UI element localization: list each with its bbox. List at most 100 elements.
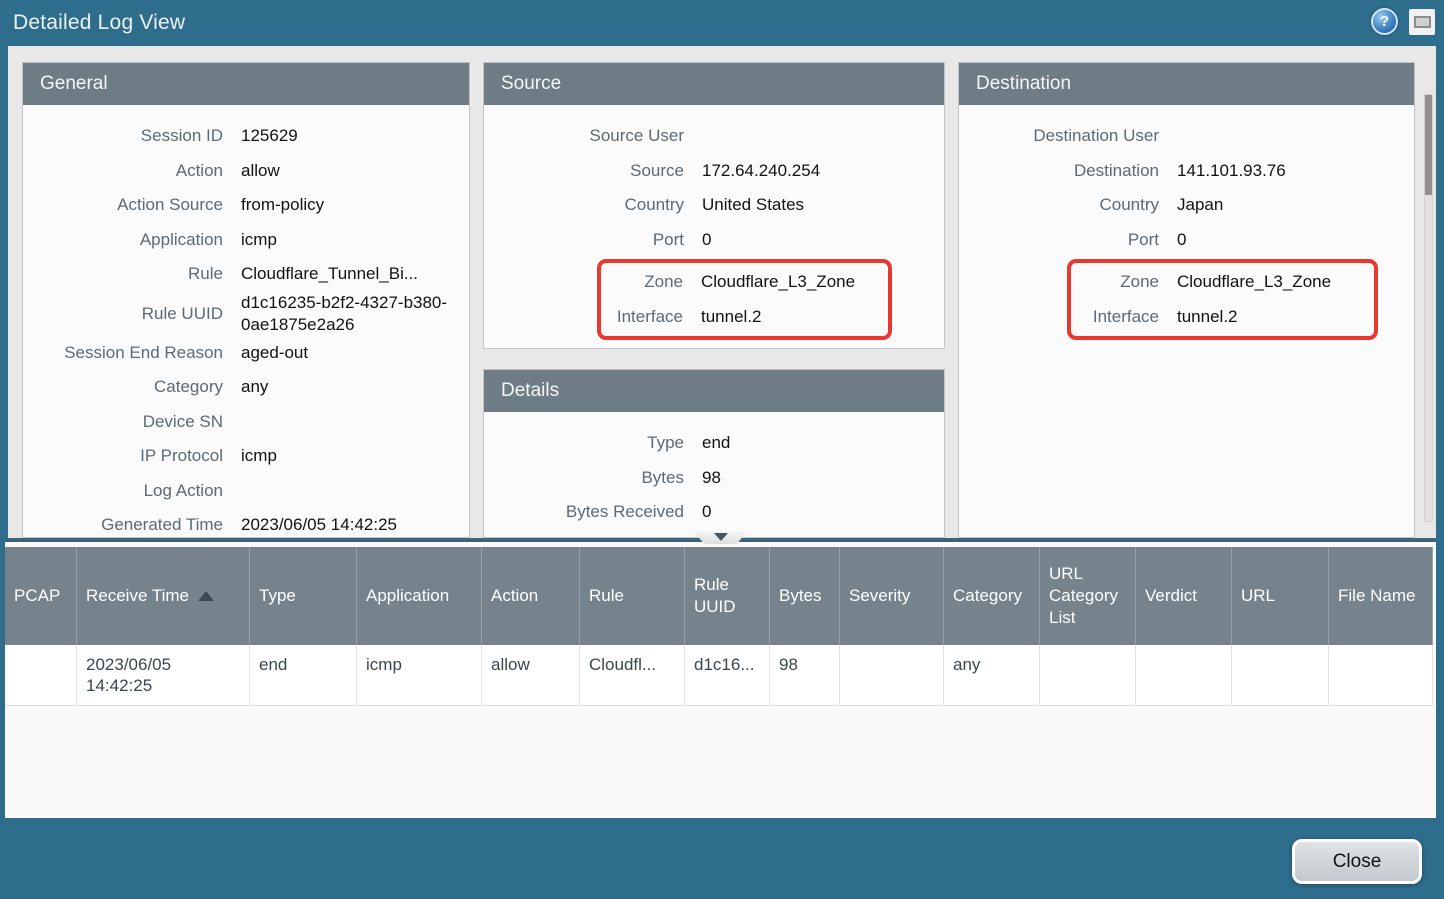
cell-application: icmp [357, 645, 482, 706]
field-value: United States [702, 194, 936, 216]
field-value: 98 [702, 467, 936, 489]
source-zone-highlight-box: ZoneCloudflare_L3_Zone Interface tunnel.2 [597, 259, 892, 340]
destination-panel-body: Destination UserDestination141.101.93.76… [959, 105, 1414, 348]
field-label: Bytes [484, 467, 684, 489]
source-panel-header: Source [484, 63, 944, 105]
column-header-label: Action [491, 585, 538, 607]
field-row: Source User [484, 119, 936, 154]
column-header-severity[interactable]: Severity [840, 547, 944, 645]
field-label: Zone [1071, 271, 1159, 293]
field-value: tunnel.2 [701, 306, 888, 328]
column-header-type[interactable]: Type [250, 547, 357, 645]
cell-type: end [250, 645, 357, 706]
field-value: 0 [702, 501, 936, 523]
column-header-rule-uuid[interactable]: Rule UUID [685, 547, 770, 645]
source-panel: Source Source UserSource172.64.240.254Co… [483, 62, 945, 349]
cell-url [1232, 645, 1329, 706]
general-panel: General Session ID125629 Action allow Actio… [22, 62, 470, 538]
cell-pcap [5, 645, 77, 706]
field-row: ZoneCloudflare_L3_Zone [601, 265, 888, 300]
field-label: Interface [1071, 306, 1159, 328]
detail-pane-scrollbar-thumb[interactable] [1425, 95, 1432, 195]
column-header-category[interactable]: Category [944, 547, 1040, 645]
column-header-url[interactable]: URL [1232, 547, 1329, 645]
field-label: Action Source [23, 194, 223, 216]
field-value: allow [241, 160, 461, 182]
close-button[interactable]: Close [1292, 839, 1422, 884]
general-panel-header: General [23, 63, 469, 105]
field-label: Port [484, 229, 684, 251]
field-value: aged-out [241, 342, 461, 364]
cell-file-name [1329, 645, 1433, 706]
column-header-label: URL [1241, 585, 1275, 607]
column-header-label: PCAP [14, 585, 60, 607]
detail-pane-scrollbar[interactable] [1424, 94, 1433, 522]
field-label: Type [484, 432, 684, 454]
field-value: d1c16235-b2f2-4327-b380-0ae1875e2a26 [241, 292, 461, 336]
field-row: Interface tunnel.2 [601, 300, 888, 335]
column-header-label: URL Category List [1049, 563, 1126, 629]
field-value: 0 [1177, 229, 1406, 251]
field-row: IP Protocolicmp [23, 439, 461, 474]
column-header-label: Severity [849, 585, 910, 607]
field-value: Cloudflare_L3_Zone [701, 271, 888, 293]
field-row: ZoneCloudflare_L3_Zone [1071, 265, 1374, 300]
field-row: Destination141.101.93.76 [959, 154, 1406, 189]
column-header-url-category-list[interactable]: URL Category List [1040, 547, 1136, 645]
field-row: Interface tunnel.2 [1071, 300, 1374, 335]
cell-action: allow [482, 645, 580, 706]
chevron-down-icon [714, 533, 728, 541]
column-header-pcap[interactable]: PCAP [5, 547, 77, 645]
field-label: Action [23, 160, 223, 182]
field-label: Rule [23, 263, 223, 285]
field-label: Session ID [23, 125, 223, 147]
field-value: Japan [1177, 194, 1406, 216]
field-row: Port0 [484, 223, 936, 258]
field-label: Source [484, 160, 684, 182]
field-value: from-policy [241, 194, 461, 216]
column-header-receive-time[interactable]: Receive Time [77, 547, 250, 645]
field-label: Port [959, 229, 1159, 251]
column-header-label: Receive Time [86, 585, 189, 607]
column-header-application[interactable]: Application [357, 547, 482, 645]
field-label: Session End Reason [23, 342, 223, 364]
field-label: Rule UUID [23, 303, 223, 325]
field-label: Application [23, 229, 223, 251]
window-dock-icon[interactable] [1409, 9, 1435, 35]
column-header-file-name[interactable]: File Name [1329, 547, 1433, 645]
field-label: Destination [959, 160, 1159, 182]
column-header-label: Bytes [779, 585, 822, 607]
field-row: Applicationicmp [23, 223, 461, 258]
help-icon[interactable]: ? [1371, 8, 1398, 35]
window-dock-icon-glyph [1414, 16, 1431, 28]
details-panel-body: TypeendBytes98Bytes Received0 [484, 412, 944, 536]
column-header-rule[interactable]: Rule [580, 547, 685, 645]
field-label: Interface [601, 306, 683, 328]
column-header-verdict[interactable]: Verdict [1136, 547, 1232, 645]
cell-category: any [944, 645, 1040, 706]
cell-severity [840, 645, 944, 706]
source-column: Source Source UserSource172.64.240.254Co… [483, 62, 945, 538]
cell-rule-uuid: d1c16... [685, 645, 770, 706]
pane-collapse-handle[interactable] [694, 531, 748, 544]
column-header-action[interactable]: Action [482, 547, 580, 645]
field-row: CountryJapan [959, 188, 1406, 223]
field-value: any [241, 376, 461, 398]
log-table-pane: PCAP Receive Time Type Application Action Rul… [5, 539, 1436, 818]
destination-column: Destination Destination UserDestination1… [958, 62, 1415, 538]
source-fields: Source UserSource172.64.240.254CountryUn… [484, 119, 936, 257]
log-table-header: PCAP Receive Time Type Application Action Rul… [5, 547, 1436, 645]
log-table-row[interactable]: 2023/06/05 14:42:25endicmpallowCloudfl..… [5, 645, 1436, 706]
field-value: tunnel.2 [1177, 306, 1374, 328]
details-panel: Details TypeendBytes98Bytes Received0 [483, 369, 945, 538]
field-row: Log Action [23, 474, 461, 509]
titlebar-icons: ? [1371, 8, 1435, 35]
column-header-bytes[interactable]: Bytes [770, 547, 840, 645]
column-header-label: File Name [1338, 585, 1415, 607]
destination-panel-header: Destination [959, 63, 1414, 105]
column-header-label: Application [366, 585, 449, 607]
general-panel-body: Session ID125629 Action allow Action Source… [23, 105, 469, 538]
field-value: end [702, 432, 936, 454]
field-value: icmp [241, 445, 461, 467]
field-row: Session ID125629 [23, 119, 461, 154]
